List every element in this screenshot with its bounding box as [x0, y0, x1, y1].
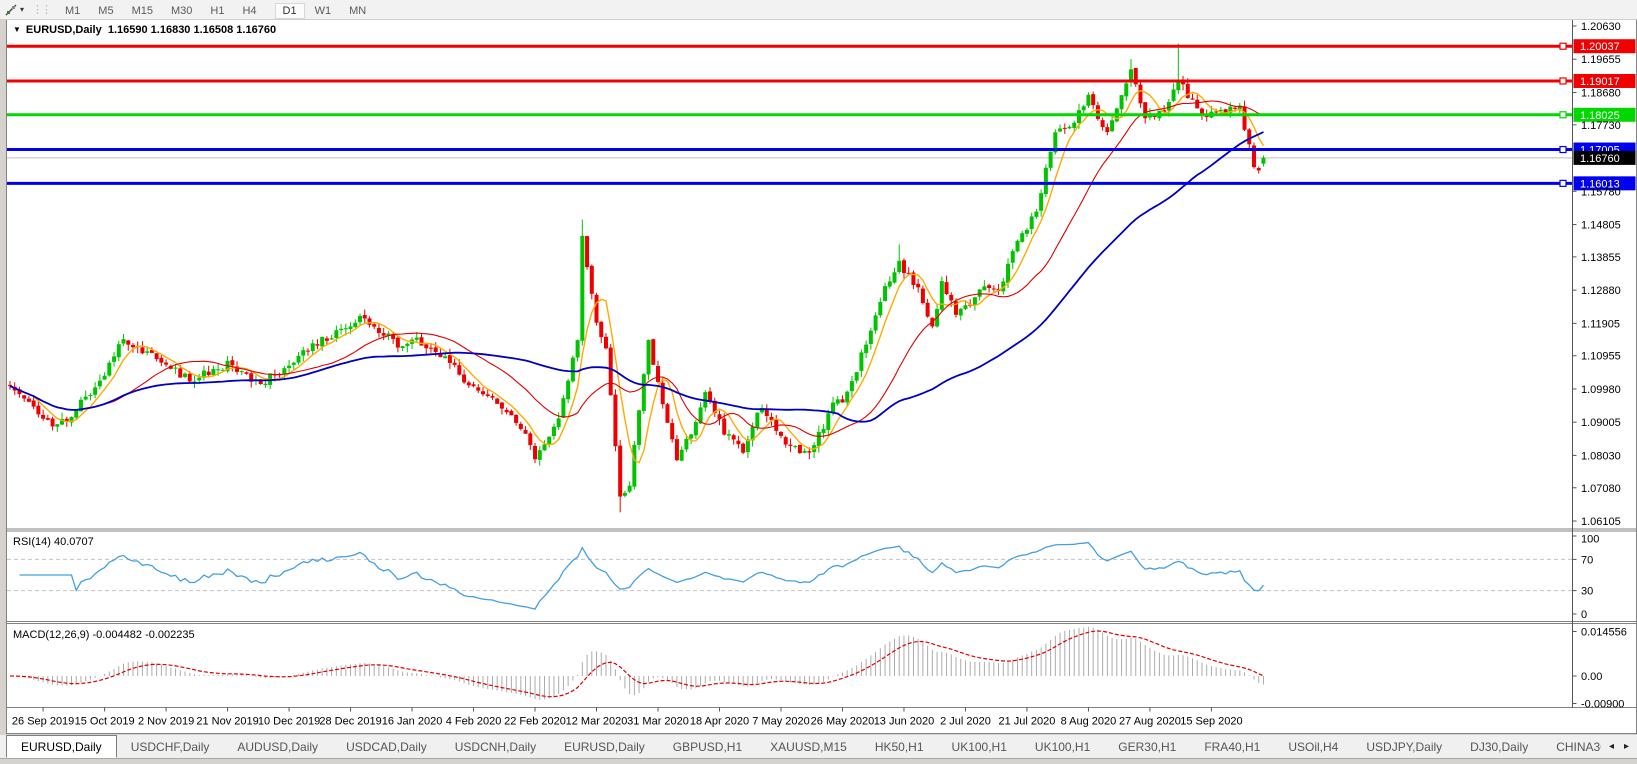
chart-tab-usdchf-daily[interactable]: USDCHF,Daily — [117, 735, 224, 758]
chart-tab-usoil-h4[interactable]: USOil,H4 — [1274, 735, 1352, 758]
price-axis-tick: 1.14805 — [1581, 220, 1621, 232]
chart-tab-gbpusd-h1[interactable]: GBPUSD,H1 — [659, 735, 756, 758]
price-axis-tick: 1.10955 — [1581, 351, 1621, 363]
macd-axis-tick: -0.00900 — [1581, 699, 1624, 711]
date-axis-label: 27 Aug 2020 — [1119, 716, 1181, 728]
chart-tab-uk100-h1[interactable]: UK100,H1 — [938, 735, 1021, 758]
date-axis-label: 10 Dec 2019 — [258, 716, 320, 728]
tabs-scroll-left-icon[interactable]: ◂ — [1609, 741, 1614, 752]
date-axis-label: 28 Dec 2019 — [319, 716, 381, 728]
chart-tab-hk50-h1[interactable]: HK50,H1 — [861, 735, 938, 758]
price-axis-tick: 1.08030 — [1581, 450, 1621, 462]
date-axis-label: 26 May 2020 — [811, 716, 875, 728]
hline-price-label: 1.19017 — [1580, 76, 1620, 88]
timeframe-button-h4[interactable]: H4 — [234, 3, 264, 19]
macd-axis-tick: 0.00 — [1581, 671, 1602, 683]
rsi-axis-tick: 100 — [1581, 534, 1599, 546]
toolbar: ▾ ⋮⋮ M1 M5 M15 M30 H1 H4 D1 W1 MN — [0, 0, 1637, 20]
timeframe-buttons: M1 M5 M15 M30 H1 H4 D1 W1 MN — [56, 1, 383, 19]
date-axis-label: 21 Jul 2020 — [999, 716, 1056, 728]
chart-ohlc-values: 1.16590 1.16830 1.16508 1.16760 — [107, 24, 277, 36]
date-axis-label: 18 Apr 2020 — [690, 716, 749, 728]
tab-scroll-arrows: ◂ ▸ — [1601, 735, 1637, 758]
date-axis-label: 16 Jan 2020 — [382, 716, 443, 728]
chart-tab-usdcnh-daily[interactable]: USDCNH,Daily — [441, 735, 550, 758]
current-price-label: 1.16760 — [1580, 153, 1620, 165]
rsi-axis-tick: 0 — [1581, 609, 1587, 621]
chart-tab-bar: EURUSD,Daily USDCHF,Daily AUDUSD,Daily USDC… — [0, 735, 1637, 759]
chart-tab-eurusd-daily[interactable]: EURUSD,Daily — [6, 735, 117, 758]
chart-tab-usdjpy-daily[interactable]: USDJPY,Daily — [1352, 735, 1456, 758]
date-axis-label: 26 Sep 2019 — [12, 716, 74, 728]
price-axis-tick: 1.09980 — [1581, 384, 1621, 396]
timeframe-button-m5[interactable]: M5 — [90, 3, 121, 19]
timeframe-button-w1[interactable]: W1 — [307, 3, 340, 19]
timeframe-button-m1[interactable]: M1 — [57, 3, 88, 19]
rsi-axis-tick: 70 — [1581, 554, 1593, 566]
chart-tabs: EURUSD,Daily USDCHF,Daily AUDUSD,Daily USDC… — [0, 735, 1601, 758]
date-axis-label: 15 Sep 2020 — [1180, 716, 1242, 728]
macd-axis-tick: 0.014556 — [1581, 627, 1627, 639]
price-axis-tick: 1.13855 — [1581, 252, 1621, 264]
date-axis-label: 22 Feb 2020 — [504, 716, 566, 728]
price-axis-tick: 1.07080 — [1581, 483, 1621, 495]
chart-tab-ger30-h1[interactable]: GER30,H1 — [1104, 735, 1190, 758]
timeframe-button-d1[interactable]: D1 — [274, 2, 305, 19]
price-axis-tick: 1.06105 — [1581, 516, 1621, 528]
chart-tab-uk100-h1[interactable]: UK100,H1 — [1021, 735, 1104, 758]
chart-tab-china300-h1[interactable]: CHINA300,H1 — [1542, 735, 1601, 758]
price-axis-tick: 1.20630 — [1581, 21, 1621, 33]
chart-tab-usdcad-daily[interactable]: USDCAD,Daily — [332, 735, 441, 758]
crosshair-tool-icon[interactable] — [2, 2, 20, 18]
price-axis-tick: 1.15780 — [1581, 186, 1621, 198]
tabs-scroll-right-icon[interactable]: ▸ — [1624, 741, 1629, 752]
collapse-icon[interactable]: ▼ — [13, 25, 21, 34]
price-axis-tick: 1.17730 — [1581, 120, 1621, 132]
date-axis-label: 15 Oct 2019 — [75, 716, 135, 728]
price-axis-tick: 1.11905 — [1581, 318, 1620, 330]
timeframe-button-m15[interactable]: M15 — [124, 3, 161, 19]
date-axis-label: 12 Mar 2020 — [566, 716, 628, 728]
chart-title: ▼ EURUSD,Daily 1.16590 1.16830 1.16508 1.… — [13, 24, 276, 36]
rsi-indicator-label: RSI(14) 40.0707 — [13, 536, 94, 548]
date-axis-label: 8 Aug 2020 — [1061, 716, 1117, 728]
date-axis-label: 2 Jul 2020 — [940, 716, 991, 728]
timeframe-button-m30[interactable]: M30 — [163, 3, 200, 19]
chart-tab-dj30-daily[interactable]: DJ30,Daily — [1456, 735, 1542, 758]
date-axis-label: 2 Nov 2019 — [138, 716, 194, 728]
hline-price-label: 1.20037 — [1580, 41, 1620, 53]
price-chart-canvas[interactable]: 1.200371.190171.180251.170051.160131.206… — [0, 0, 1637, 735]
date-axis-label: 4 Feb 2020 — [446, 716, 502, 728]
chart-symbol-label: EURUSD,Daily — [25, 24, 102, 36]
chart-tab-eurusd-daily[interactable]: EURUSD,Daily — [550, 735, 659, 758]
rsi-axis-tick: 30 — [1581, 586, 1593, 598]
chart-tab-audusd-daily[interactable]: AUDUSD,Daily — [223, 735, 332, 758]
price-axis-tick: 1.18680 — [1581, 87, 1621, 99]
macd-indicator-label: MACD(12,26,9) -0.004482 -0.002235 — [13, 629, 195, 641]
chart-tab-fra40-h1[interactable]: FRA40,H1 — [1190, 735, 1274, 758]
chart-tab-xauusd-m15[interactable]: XAUUSD,M15 — [756, 735, 861, 758]
timeframe-button-h1[interactable]: H1 — [202, 3, 232, 19]
date-axis-label: 21 Nov 2019 — [196, 716, 258, 728]
timeframe-button-mn[interactable]: MN — [341, 3, 374, 19]
price-axis-tick: 1.12880 — [1581, 285, 1621, 297]
toolbar-grip-handle[interactable]: ⋮⋮ — [32, 3, 52, 16]
date-axis-label: 7 May 2020 — [752, 716, 809, 728]
date-axis-label: 31 Mar 2020 — [627, 716, 689, 728]
price-axis-tick: 1.19655 — [1581, 54, 1621, 66]
tool-dropdown-icon[interactable]: ▾ — [20, 5, 28, 14]
date-axis-label: 13 Jun 2020 — [874, 716, 935, 728]
price-axis-tick: 1.09005 — [1581, 417, 1621, 429]
